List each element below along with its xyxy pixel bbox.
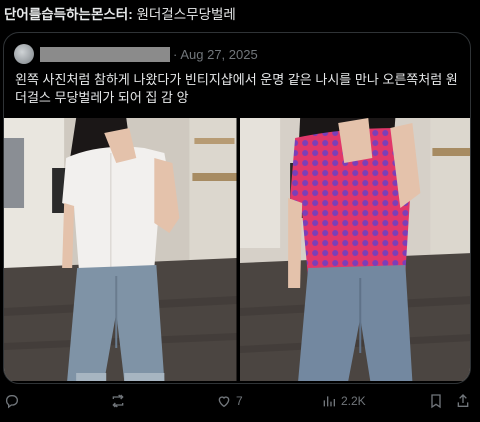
quoted-post-text: 왼쪽 사진처럼 참하게 나왔다가 빈티지샵에서 운명 같은 나시를 만나 오른쪽… — [15, 72, 458, 105]
photo-right-image — [239, 118, 470, 381]
reply-icon — [5, 395, 18, 409]
redacted-username — [40, 46, 170, 62]
photo-grid — [4, 118, 470, 381]
reply-button[interactable] — [4, 390, 20, 412]
separator-dot: · — [173, 46, 178, 62]
like-button[interactable]: 7 — [216, 390, 243, 412]
views-icon — [323, 396, 335, 407]
retweet-button[interactable] — [110, 390, 126, 412]
like-icon — [218, 396, 230, 408]
action-bar: 7 2.2K — [0, 390, 480, 412]
view-count: 2.2K — [341, 394, 366, 408]
views-button[interactable]: 2.2K — [321, 390, 366, 412]
photo-left-image — [4, 118, 237, 381]
photo-right[interactable] — [239, 118, 470, 381]
avatar[interactable] — [14, 44, 34, 64]
share-icon — [457, 394, 469, 407]
photo-left[interactable] — [4, 118, 237, 381]
quoted-post[interactable]: · Aug 27, 2025 왼쪽 사진처럼 참하게 나왔다가 빈티지샵에서 운… — [3, 32, 471, 384]
quoted-post-header: · Aug 27, 2025 — [14, 43, 258, 65]
share-button[interactable] — [455, 390, 471, 412]
bookmark-icon — [431, 394, 441, 409]
author-name[interactable]: 단어를습득하는몬스터: — [4, 7, 133, 22]
retweet-icon — [112, 394, 124, 408]
bookmark-button[interactable] — [428, 390, 444, 412]
post-text: 원더걸스무당벌레 — [136, 7, 236, 22]
post-date[interactable]: Aug 27, 2025 — [180, 47, 257, 62]
like-count: 7 — [236, 394, 243, 408]
post-header: 단어를습득하는몬스터: 원더걸스무당벌레 — [4, 3, 236, 23]
